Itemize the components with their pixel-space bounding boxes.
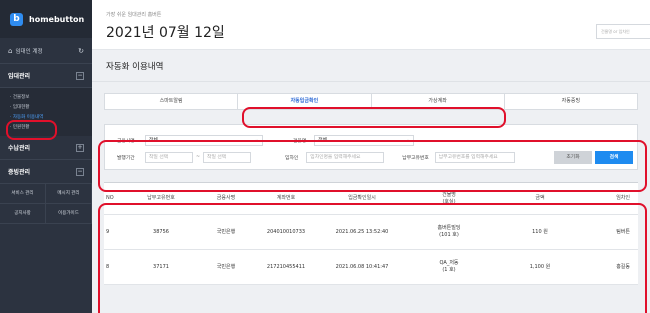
table-highlight-annotation bbox=[98, 203, 647, 313]
sidebar: b homebutton ⌂ 임대인 계정 ↻ 임대관리 − · 건물정보 · … bbox=[0, 0, 92, 313]
sidebar-section-rental[interactable]: 임대관리 − bbox=[0, 64, 92, 88]
section-label: 수납관리 bbox=[8, 145, 31, 152]
homebutton-logo-icon: b bbox=[10, 12, 23, 26]
header: 가장 쉬운 임대관리 홈버튼 2021년 07월 12일 건물명 or 임차인 bbox=[92, 0, 650, 50]
sidebar-item-building-info[interactable]: · 건물정보 bbox=[0, 93, 92, 103]
service-manage-button[interactable]: 서비스 관리 bbox=[0, 184, 46, 204]
col-bank: 금융사명 bbox=[216, 195, 236, 201]
expand-icon[interactable]: + bbox=[76, 143, 84, 152]
collapse-icon[interactable]: − bbox=[76, 71, 84, 80]
section-label: 증빙관리 bbox=[8, 169, 31, 176]
section-label: 임대관리 bbox=[8, 73, 31, 80]
sidebar-button-grid: 서비스 관리 메시지 관리 공지사항 이용가이드 bbox=[0, 184, 92, 224]
brand[interactable]: b homebutton bbox=[0, 0, 92, 38]
search-input[interactable]: 건물명 or 임차인 bbox=[596, 24, 650, 39]
tab-auto-receipt[interactable]: 자동증빙 bbox=[505, 94, 637, 109]
sidebar-section-tax[interactable]: 증빙관리 − bbox=[0, 160, 92, 184]
col-tenant: 임차인 bbox=[616, 195, 630, 201]
refresh-icon[interactable]: ↻ bbox=[78, 47, 84, 55]
collapse-icon[interactable]: − bbox=[76, 167, 84, 176]
guide-button[interactable]: 이용가이드 bbox=[46, 204, 92, 224]
brand-name: homebutton bbox=[29, 14, 85, 24]
col-datetime: 입금확인일시 bbox=[348, 195, 376, 201]
page-title: 자동화 이용내역 bbox=[92, 50, 650, 82]
col-amount: 금액 bbox=[535, 195, 545, 201]
current-date: 2021년 07월 12일 bbox=[106, 25, 225, 41]
home-icon: ⌂ bbox=[8, 46, 13, 55]
main-area: 가장 쉬운 임대관리 홈버튼 2021년 07월 12일 건물명 or 임차인 … bbox=[92, 0, 650, 313]
col-no: NO bbox=[106, 195, 114, 201]
highlight-annotation bbox=[6, 120, 57, 140]
account-switch[interactable]: ⌂ 임대인 계정 ↻ bbox=[0, 38, 92, 64]
tab-highlight-annotation bbox=[242, 107, 506, 128]
notice-button[interactable]: 공지사항 bbox=[0, 204, 46, 224]
col-account: 계좌번호 bbox=[276, 195, 296, 201]
tagline: 가장 쉬운 임대관리 홈버튼 bbox=[106, 12, 162, 18]
account-label: 임대인 계정 bbox=[15, 48, 43, 55]
col-tax-no: 납부고유번호 bbox=[147, 195, 175, 201]
sidebar-item-rental-status[interactable]: · 임대현황 bbox=[0, 103, 92, 113]
filter-highlight-annotation bbox=[98, 140, 647, 192]
tab-smart-alert[interactable]: 스마트알림 bbox=[105, 94, 239, 109]
message-manage-button[interactable]: 메시지 관리 bbox=[46, 184, 92, 204]
